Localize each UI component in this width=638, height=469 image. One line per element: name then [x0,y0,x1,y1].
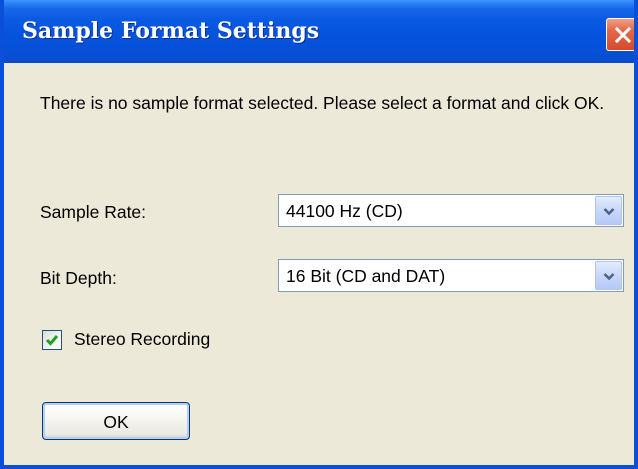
sample-rate-dropdown-button[interactable] [595,196,622,225]
sample-rate-label: Sample Rate: [40,202,147,222]
bit-depth-value: 16 Bit (CD and DAT) [286,266,446,286]
close-icon [614,26,632,44]
chevron-down-icon [603,273,615,281]
dialog-title: Sample Format Settings [22,18,320,44]
checkmark-icon [45,335,59,346]
sample-rate-dropdown[interactable]: 44100 Hz (CD) [278,194,624,227]
stereo-recording-checkbox[interactable] [42,330,62,350]
close-button[interactable] [606,18,634,51]
ok-button-label: OK [103,412,129,432]
sample-format-dialog: Sample Format Settings There is no sampl… [0,0,638,469]
bit-depth-dropdown-button[interactable] [595,261,622,290]
title-bar[interactable]: Sample Format Settings [4,0,634,63]
instruction-message: There is no sample format selected. Plea… [40,93,605,113]
sample-rate-value: 44100 Hz (CD) [286,201,403,221]
bit-depth-label: Bit Depth: [40,268,117,288]
bit-depth-dropdown[interactable]: 16 Bit (CD and DAT) [278,259,624,292]
chevron-down-icon [603,208,615,216]
ok-button[interactable]: OK [42,402,190,440]
stereo-recording-label[interactable]: Stereo Recording [74,329,210,350]
